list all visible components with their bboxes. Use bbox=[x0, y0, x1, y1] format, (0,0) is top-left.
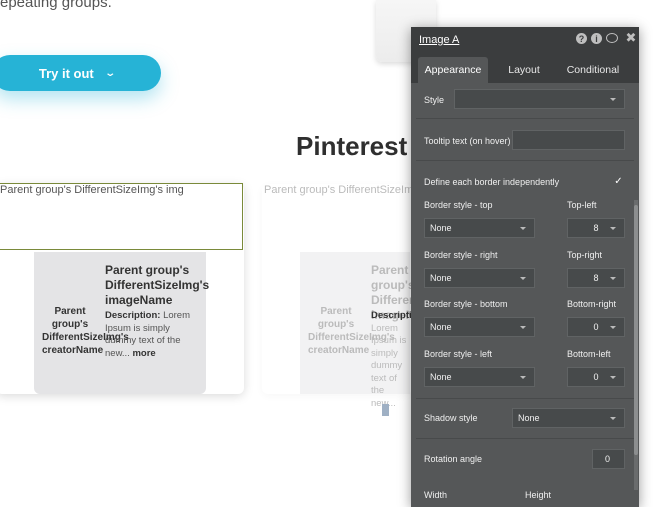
caret-down-icon bbox=[610, 227, 616, 230]
divider bbox=[416, 438, 634, 439]
border-top-label: Border style - top bbox=[424, 200, 493, 210]
info-icon[interactable]: i bbox=[591, 33, 602, 44]
description-label: Description: bbox=[105, 310, 161, 321]
border-right-dropdown[interactable]: None bbox=[424, 268, 535, 288]
description-text[interactable]: Description: Lorem Ipsum is simply dummy… bbox=[105, 310, 202, 360]
image-dynamic-label: Parent group's DifferentSizeImg's img bbox=[0, 184, 184, 196]
caret-down-icon bbox=[610, 376, 616, 379]
description-text-2[interactable]: Description: Lorem Ipsum is simply dummy… bbox=[371, 310, 411, 410]
top-right-label: Top-right bbox=[567, 250, 603, 260]
style-label: Style bbox=[424, 95, 445, 105]
divider bbox=[416, 118, 634, 119]
tab-appearance[interactable]: Appearance bbox=[418, 57, 488, 83]
border-right-label: Border style - right bbox=[424, 250, 498, 260]
description-body-2: Lorem Ipsum is simply dummy text of the … bbox=[371, 322, 407, 409]
caret-down-icon bbox=[610, 417, 616, 420]
chevron-down-icon: ⌄ bbox=[104, 67, 116, 79]
border-left-label: Border style - left bbox=[424, 349, 493, 359]
bottom-right-radius-dropdown[interactable]: 0 bbox=[567, 317, 625, 337]
shadow-style-dropdown[interactable]: None bbox=[512, 408, 625, 428]
tab-layout[interactable]: Layout bbox=[496, 57, 552, 83]
top-left-label: Top-left bbox=[567, 200, 597, 210]
bottom-right-value: 0 bbox=[593, 322, 599, 332]
caret-down-icon bbox=[610, 98, 616, 101]
border-left-dropdown[interactable]: None bbox=[424, 367, 535, 387]
divider bbox=[416, 398, 634, 399]
border-bottom-label: Border style - bottom bbox=[424, 299, 508, 309]
comment-icon[interactable] bbox=[606, 33, 618, 43]
top-right-value: 8 bbox=[593, 273, 599, 283]
description-label-2: Description: bbox=[371, 310, 411, 321]
try-it-out-label: Try it out bbox=[38, 65, 94, 81]
border-bottom-dropdown[interactable]: None bbox=[424, 317, 535, 337]
caret-down-icon bbox=[520, 227, 526, 230]
top-left-radius-dropdown[interactable]: 8 bbox=[567, 218, 625, 238]
top-left-value: 8 bbox=[593, 223, 599, 233]
more-link[interactable]: more bbox=[132, 348, 155, 359]
border-bottom-value: None bbox=[430, 322, 452, 332]
section-title: Pinterest bbox=[296, 131, 408, 161]
top-right-radius-dropdown[interactable]: 8 bbox=[567, 268, 625, 288]
border-left-value: None bbox=[430, 372, 452, 382]
bottom-left-radius-dropdown[interactable]: 0 bbox=[567, 367, 625, 387]
border-top-dropdown[interactable]: None bbox=[424, 218, 535, 238]
hero-text: epeating groups. bbox=[0, 0, 112, 11]
panel-title[interactable]: Image A bbox=[419, 34, 459, 46]
caret-down-icon bbox=[610, 277, 616, 280]
caret-down-icon bbox=[520, 376, 526, 379]
bottom-left-value: 0 bbox=[593, 372, 599, 382]
border-independent-checkbox[interactable]: ✓ bbox=[613, 176, 624, 187]
close-icon[interactable]: ✖ bbox=[625, 30, 637, 45]
caret-down-icon bbox=[520, 277, 526, 280]
bottom-right-label: Bottom-right bbox=[567, 299, 617, 309]
tab-conditional[interactable]: Conditional bbox=[560, 57, 626, 83]
caret-down-icon bbox=[610, 326, 616, 329]
tooltip-label: Tooltip text (on hover) bbox=[424, 136, 511, 146]
style-dropdown[interactable] bbox=[454, 89, 625, 109]
image-name-text[interactable]: Parent group's DifferentSizeImg's imageN… bbox=[105, 263, 209, 308]
tooltip-input[interactable] bbox=[512, 130, 625, 150]
bottom-left-label: Bottom-left bbox=[567, 349, 611, 359]
border-right-value: None bbox=[430, 273, 452, 283]
help-icon[interactable]: ? bbox=[576, 33, 587, 44]
shadow-style-value: None bbox=[518, 413, 540, 423]
creator-name-text[interactable]: Parent group's DifferentSizeImg's creato… bbox=[42, 305, 129, 357]
element-handle[interactable] bbox=[382, 404, 389, 416]
divider bbox=[416, 160, 634, 161]
shadow-style-label: Shadow style bbox=[424, 413, 478, 423]
border-independent-label: Define each border independently bbox=[424, 177, 560, 187]
rotation-angle-value: 0 bbox=[604, 454, 610, 464]
border-top-value: None bbox=[430, 223, 452, 233]
creator-name-text-2[interactable]: Parent group's DifferentSizeImg's creato… bbox=[308, 305, 395, 357]
panel-scrollbar-thumb[interactable] bbox=[634, 205, 638, 455]
caret-down-icon bbox=[520, 326, 526, 329]
try-it-out-button[interactable]: Try it out ⌄ bbox=[0, 55, 161, 91]
rotation-angle-input[interactable]: 0 bbox=[592, 449, 625, 469]
rotation-angle-label: Rotation angle bbox=[424, 454, 483, 464]
